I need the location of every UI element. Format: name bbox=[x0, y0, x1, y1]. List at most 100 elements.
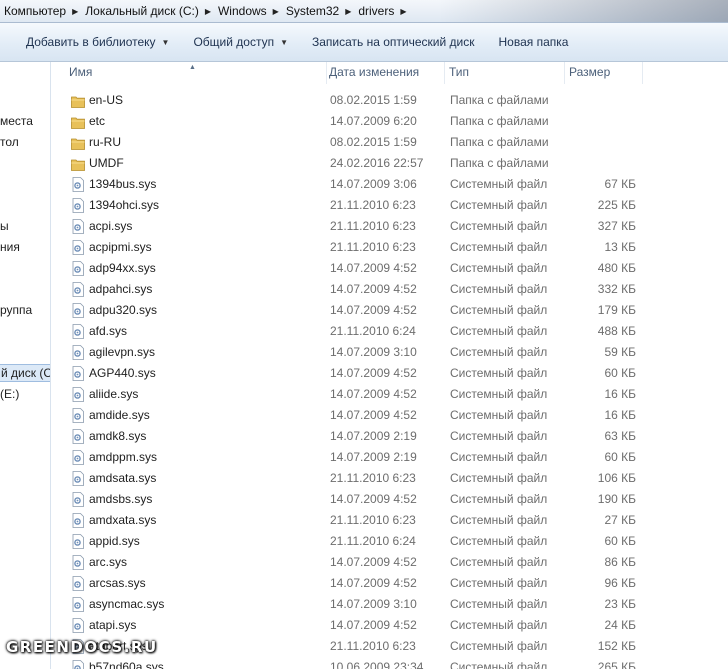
file-row[interactable]: aliide.sys 14.07.2009 4:52 Системный файл 1… bbox=[51, 384, 651, 405]
file-size: 16 КБ bbox=[604, 408, 636, 422]
file-row[interactable]: arc.sys 14.07.2009 4:52 Системный файл 86 К… bbox=[51, 552, 651, 573]
column-header-type-label: Тип bbox=[449, 65, 470, 79]
sys-file-icon bbox=[72, 219, 84, 234]
file-name: arcsas.sys bbox=[89, 576, 146, 590]
command-bar: Добавить в библиотеку ▼ Общий доступ ▼ З… bbox=[0, 23, 728, 62]
nav-item-desktop[interactable]: тол bbox=[0, 135, 19, 149]
chevron-right-icon[interactable]: ▶ bbox=[345, 7, 351, 16]
file-row[interactable]: amdk8.sys 14.07.2009 2:19 Системный файл 63… bbox=[51, 426, 651, 447]
file-name: agilevpn.sys bbox=[89, 345, 156, 359]
breadcrumb-windows[interactable]: Windows ▶ bbox=[214, 4, 282, 18]
sys-file-icon bbox=[72, 429, 84, 444]
file-row[interactable]: b57nd60a.sys 10.06.2009 23:34 Системный фа… bbox=[51, 657, 651, 669]
file-date: 14.07.2009 4:52 bbox=[330, 408, 417, 422]
burn-button[interactable]: Записать на оптический диск bbox=[300, 29, 487, 55]
chevron-right-icon[interactable]: ▶ bbox=[72, 7, 78, 16]
file-row[interactable]: 1394ohci.sys 21.11.2010 6:23 Системный фай… bbox=[51, 195, 651, 216]
file-type: Системный файл bbox=[450, 471, 548, 485]
file-type: Системный файл bbox=[450, 198, 548, 212]
file-row[interactable]: afd.sys 21.11.2010 6:24 Системный файл 488 … bbox=[51, 321, 651, 342]
file-row[interactable]: asyncmac.sys 14.07.2009 3:10 Системный фай… bbox=[51, 594, 651, 615]
folder-icon bbox=[71, 138, 85, 150]
file-row[interactable]: amdsbs.sys 14.07.2009 4:52 Системный файл 1… bbox=[51, 489, 651, 510]
file-row[interactable]: amdide.sys 14.07.2009 4:52 Системный файл 1… bbox=[51, 405, 651, 426]
file-row[interactable]: 1394bus.sys 14.07.2009 3:06 Системный файл… bbox=[51, 174, 651, 195]
file-type: Системный файл bbox=[450, 366, 548, 380]
file-row[interactable]: arcsas.sys 14.07.2009 4:52 Системный файл 9… bbox=[51, 573, 651, 594]
file-name: acpi.sys bbox=[89, 219, 133, 233]
address-bar-shading bbox=[438, 0, 728, 22]
nav-item-places[interactable]: места bbox=[0, 114, 33, 128]
file-row[interactable]: amdxata.sys 21.11.2010 6:23 Системный файл… bbox=[51, 510, 651, 531]
breadcrumb-system32[interactable]: System32 ▶ bbox=[282, 4, 355, 18]
column-header-size[interactable]: Размер bbox=[565, 62, 643, 84]
file-row[interactable]: amdppm.sys 14.07.2009 2:19 Системный файл 6… bbox=[51, 447, 651, 468]
column-header-date-label: Дата изменения bbox=[329, 65, 420, 79]
file-name: atapi.sys bbox=[89, 618, 137, 632]
nav-item-drive-e[interactable]: (E:) bbox=[0, 387, 19, 401]
file-type: Системный файл bbox=[450, 282, 548, 296]
folder-icon bbox=[71, 117, 85, 129]
nav-item-libraries-b[interactable]: ния bbox=[0, 240, 20, 254]
file-row[interactable]: acpipmi.sys 21.11.2010 6:23 Системный файл… bbox=[51, 237, 651, 258]
file-date: 14.07.2009 4:52 bbox=[330, 303, 417, 317]
new-folder-button[interactable]: Новая папка bbox=[487, 29, 581, 55]
file-name: appid.sys bbox=[89, 534, 140, 548]
file-row[interactable]: appid.sys 21.11.2010 6:24 Системный файл 60… bbox=[51, 531, 651, 552]
file-type: Папка с файлами bbox=[450, 156, 549, 170]
file-row[interactable]: AGP440.sys 14.07.2009 4:52 Системный файл 6… bbox=[51, 363, 651, 384]
file-size bbox=[556, 90, 636, 111]
file-row[interactable]: agilevpn.sys 14.07.2009 3:10 Системный фай… bbox=[51, 342, 651, 363]
column-header-type[interactable]: Тип bbox=[445, 62, 565, 84]
dropdown-arrow-icon: ▼ bbox=[161, 37, 170, 47]
file-name: etc bbox=[89, 114, 106, 128]
breadcrumb-drivers[interactable]: drivers ▶ bbox=[354, 4, 409, 18]
breadcrumb-local-disk[interactable]: Локальный диск (C:) ▶ bbox=[81, 4, 214, 18]
file-row[interactable]: adpu320.sys 14.07.2009 4:52 Системный файл… bbox=[51, 300, 651, 321]
file-row[interactable]: adpahci.sys 14.07.2009 4:52 Системный файл… bbox=[51, 279, 651, 300]
file-size bbox=[556, 153, 636, 174]
sys-file-icon bbox=[72, 660, 84, 669]
file-type: Папка с файлами bbox=[450, 114, 549, 128]
file-date: 21.11.2010 6:23 bbox=[330, 198, 416, 212]
add-to-library-button[interactable]: Добавить в библиотеку ▼ bbox=[0, 29, 181, 55]
sys-file-icon bbox=[72, 345, 84, 360]
column-header-name[interactable]: Имя ▲ bbox=[65, 62, 327, 84]
file-row[interactable]: UMDF 24.02.2016 22:57 Папка с файлами bbox=[51, 153, 651, 174]
file-date: 14.07.2009 4:52 bbox=[330, 261, 417, 275]
breadcrumb-computer[interactable]: Компьютер ▶ bbox=[0, 4, 81, 18]
sys-file-icon bbox=[72, 534, 84, 549]
file-row[interactable]: etc 14.07.2009 6:20 Папка с файлами bbox=[51, 111, 651, 132]
file-row[interactable]: adp94xx.sys 14.07.2009 4:52 Системный файл… bbox=[51, 258, 651, 279]
chevron-right-icon[interactable]: ▶ bbox=[205, 7, 211, 16]
nav-item-local-disk-c[interactable]: й диск (С bbox=[0, 364, 50, 382]
file-size: 13 КБ bbox=[604, 240, 636, 254]
file-row[interactable]: acpi.sys 21.11.2010 6:23 Системный файл 327… bbox=[51, 216, 651, 237]
file-row[interactable]: atapi.sys 14.07.2009 4:52 Системный файл 24… bbox=[51, 615, 651, 636]
file-row[interactable]: ru-RU 08.02.2015 1:59 Папка с файлами bbox=[51, 132, 651, 153]
file-type: Системный файл bbox=[450, 429, 548, 443]
address-bar[interactable]: Компьютер ▶ Локальный диск (C:) ▶ Window… bbox=[0, 0, 728, 23]
file-size: 59 КБ bbox=[604, 345, 636, 359]
file-size: 106 КБ bbox=[597, 471, 636, 485]
file-type: Системный файл bbox=[450, 576, 548, 590]
file-date: 21.11.2010 6:24 bbox=[330, 324, 416, 338]
sys-file-icon bbox=[72, 513, 84, 528]
file-row[interactable]: amdsata.sys 21.11.2010 6:23 Системный файл… bbox=[51, 468, 651, 489]
chevron-right-icon[interactable]: ▶ bbox=[400, 7, 406, 16]
file-type: Системный файл bbox=[450, 240, 548, 254]
file-size: 23 КБ bbox=[604, 597, 636, 611]
file-list[interactable]: Имя ▲ Дата изменения Тип Размер en-US 08.… bbox=[51, 62, 728, 669]
sys-file-icon bbox=[72, 618, 84, 633]
file-size: 225 КБ bbox=[597, 198, 636, 212]
file-type: Системный файл bbox=[450, 219, 548, 233]
nav-item-libraries-a[interactable]: ы bbox=[0, 219, 9, 233]
file-row[interactable]: en-US 08.02.2015 1:59 Папка с файлами bbox=[51, 90, 651, 111]
sys-file-icon bbox=[72, 366, 84, 381]
navigation-pane[interactable]: места тол ы ния руппа й диск (С (E:) bbox=[0, 62, 51, 669]
column-header-date[interactable]: Дата изменения bbox=[325, 62, 445, 84]
nav-item-homegroup[interactable]: руппа bbox=[0, 303, 32, 317]
file-date: 21.11.2010 6:23 bbox=[330, 471, 416, 485]
share-button[interactable]: Общий доступ ▼ bbox=[181, 29, 300, 55]
chevron-right-icon[interactable]: ▶ bbox=[273, 7, 279, 16]
